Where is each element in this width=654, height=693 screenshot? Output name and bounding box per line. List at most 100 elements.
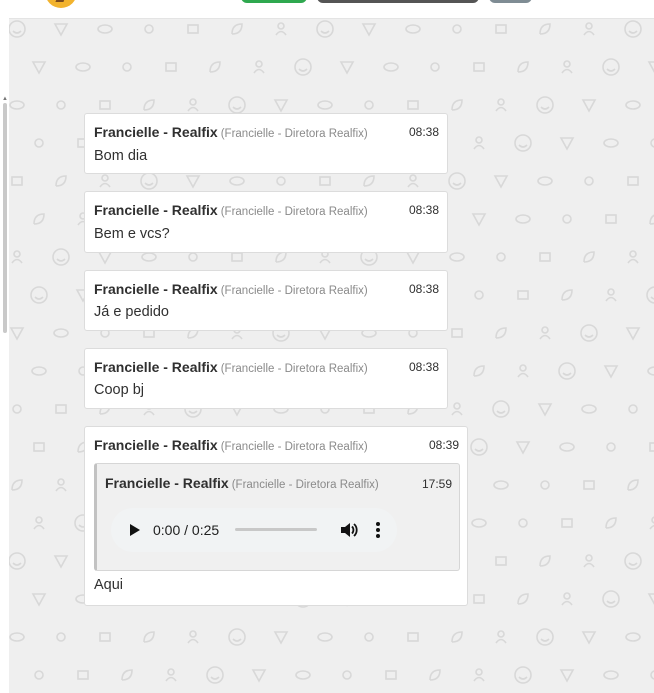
wallpaper-eye-icon — [537, 176, 553, 186]
wallpaper-smile-icon — [316, 20, 334, 38]
wallpaper-leaf-icon — [143, 99, 155, 111]
wallpaper-tri-icon — [603, 365, 619, 379]
wallpaper-bag-icon — [407, 632, 419, 642]
play-icon[interactable] — [130, 524, 140, 536]
wallpaper-bag-icon — [583, 480, 595, 490]
wallpaper-user-icon — [583, 554, 595, 568]
scroll-up-arrow-icon[interactable]: ▲ — [2, 96, 8, 102]
wallpaper-smile-icon — [448, 172, 466, 190]
wallpaper-eye-icon — [9, 100, 25, 110]
message-bubble: Francielle - Realfix (Francielle - Direto… — [84, 113, 448, 174]
wallpaper-user-icon — [451, 402, 463, 416]
wallpaper-bag-icon — [539, 252, 551, 262]
wallpaper-leaf-icon — [517, 593, 529, 605]
more-options-icon[interactable] — [375, 521, 381, 539]
wallpaper-bag-icon — [33, 442, 45, 452]
header-action-button-green[interactable] — [241, 0, 307, 3]
wallpaper-user-icon — [187, 98, 199, 112]
wallpaper-eye-icon — [383, 62, 399, 72]
wallpaper-eye-icon — [97, 24, 113, 34]
wallpaper-bag-icon — [495, 556, 507, 566]
wallpaper-circle-icon — [364, 632, 374, 642]
wallpaper-smile-icon — [206, 666, 224, 684]
wallpaper-leaf-icon — [121, 669, 133, 681]
wallpaper-eye-icon — [581, 404, 597, 414]
wallpaper-bag-icon — [495, 24, 507, 34]
header-action-button-dark[interactable] — [317, 0, 479, 3]
wallpaper-circle-icon — [474, 290, 484, 300]
left-scrollbar-thumb[interactable] — [3, 103, 7, 333]
wallpaper-leaf-icon — [33, 213, 45, 225]
wallpaper-user-icon — [561, 592, 573, 606]
message-bubble: Francielle - Realfix (Francielle - Direto… — [84, 348, 448, 409]
wallpaper-user-icon — [11, 250, 23, 264]
wallpaper-user-icon — [55, 478, 67, 492]
wallpaper-leaf-icon — [451, 99, 463, 111]
wallpaper-bag-icon — [99, 632, 111, 642]
audio-player[interactable]: 0:00 / 0:25 — [111, 508, 397, 552]
wallpaper-user-icon — [495, 98, 507, 112]
wallpaper-smile-icon — [536, 96, 554, 114]
message-sender: Francielle - Realfix (Francielle - Direto… — [94, 281, 368, 297]
wallpaper-smile-icon — [9, 552, 26, 570]
wallpaper-circle-icon — [364, 100, 374, 110]
wallpaper-user-icon — [583, 22, 595, 36]
audio-progress-slider[interactable] — [235, 528, 317, 531]
wallpaper-eye-icon — [317, 100, 333, 110]
message-bubble: Francielle - Realfix (Francielle - Direto… — [84, 191, 448, 253]
sender-detail: (Francielle - Diretora Realfix) — [220, 285, 368, 297]
wallpaper-user-icon — [473, 136, 485, 150]
wallpaper-circle-icon — [430, 62, 440, 72]
wallpaper-leaf-icon — [627, 479, 639, 491]
wallpaper-user-icon — [187, 630, 199, 644]
wallpaper-eye-icon — [471, 518, 487, 528]
wallpaper-user-icon — [495, 630, 507, 644]
quoted-message[interactable]: Francielle - Realfix (Francielle - Direto… — [94, 463, 460, 571]
wallpaper-eye-icon — [31, 366, 47, 376]
message-bubble: Francielle - Realfix (Francielle - Direto… — [84, 270, 448, 331]
wallpaper-tri-icon — [97, 251, 113, 265]
wallpaper-bag-icon — [473, 62, 485, 72]
wallpaper-circle-icon — [584, 176, 594, 186]
wallpaper-leaf-icon — [473, 365, 485, 377]
message-sender: Francielle - Realfix (Francielle - Direto… — [94, 437, 368, 453]
wallpaper-tri-icon — [273, 631, 289, 645]
wallpaper-bag-icon — [385, 670, 397, 680]
wallpaper-bag-icon — [473, 594, 485, 604]
message-time: 08:38 — [408, 360, 439, 374]
wallpaper-eye-icon — [625, 100, 641, 110]
wallpaper-tri-icon — [273, 99, 289, 113]
left-scrollbar-rail: ▲ — [0, 18, 9, 693]
wallpaper-bag-icon — [649, 442, 654, 452]
wallpaper-tri-icon — [31, 593, 47, 607]
wallpaper-bag-icon — [165, 62, 177, 72]
wallpaper-leaf-icon — [429, 669, 441, 681]
wallpaper-circle-icon — [122, 62, 132, 72]
message-sender: Francielle - Realfix (Francielle - Direto… — [94, 359, 368, 375]
wallpaper-tri-icon — [559, 669, 575, 683]
wallpaper-smile-icon — [536, 628, 554, 646]
user-avatar-icon[interactable] — [45, 0, 77, 8]
wallpaper-tri-icon — [559, 137, 575, 151]
wallpaper-eye-icon — [603, 138, 619, 148]
wallpaper-user-icon — [275, 22, 287, 36]
wallpaper-eye-icon — [603, 670, 619, 680]
volume-icon[interactable] — [339, 520, 359, 540]
wallpaper-smile-icon — [514, 666, 532, 684]
wallpaper-circle-icon — [452, 24, 462, 34]
wallpaper-bag-icon — [55, 404, 67, 414]
wallpaper-leaf-icon — [231, 23, 243, 35]
wallpaper-leaf-icon — [649, 214, 654, 225]
wallpaper-circle-icon — [518, 518, 528, 528]
wallpaper-smile-icon — [602, 58, 620, 76]
wallpaper-tri-icon — [581, 631, 597, 645]
header-action-button-gray[interactable] — [489, 0, 532, 3]
wallpaper-leaf-icon — [209, 61, 221, 73]
wallpaper-circle-icon — [606, 442, 616, 452]
wallpaper-bag-icon — [187, 24, 199, 34]
wallpaper-circle-icon — [56, 100, 66, 110]
wallpaper-bag-icon — [231, 252, 243, 262]
wallpaper-circle-icon — [144, 24, 154, 34]
wallpaper-tri-icon — [9, 327, 25, 341]
wallpaper-smile-icon — [580, 324, 598, 342]
